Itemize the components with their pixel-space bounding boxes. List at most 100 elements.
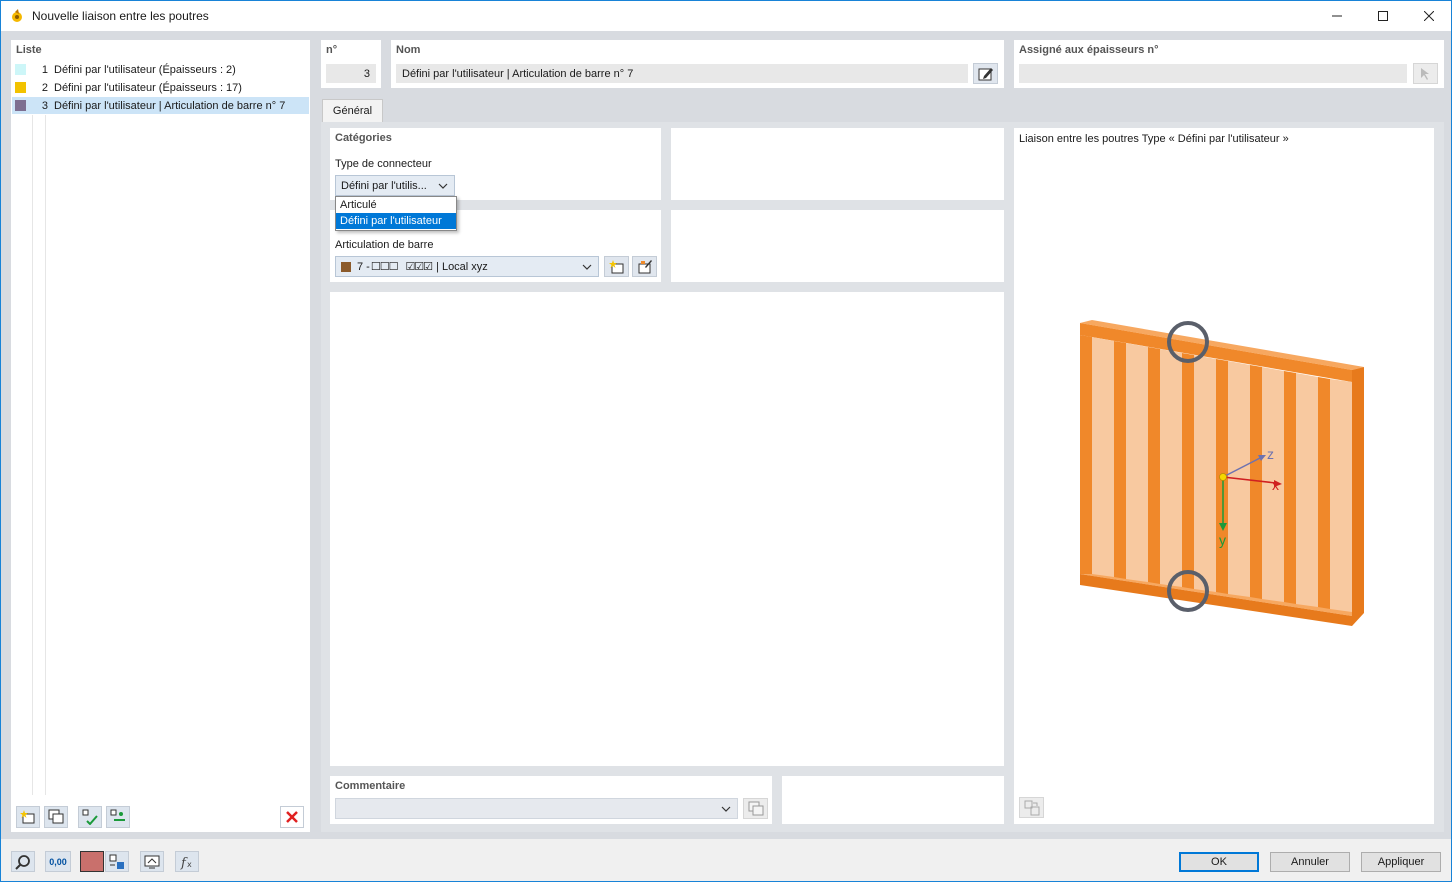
number-panel: n° 3 [321,40,381,88]
svg-text:x: x [187,860,192,869]
display-properties-button[interactable] [105,851,129,872]
list-item[interactable]: 1 Défini par l'utilisateur (Épaisseurs :… [12,61,309,78]
edit-name-button[interactable] [973,63,998,84]
connector-type-label: Type de connecteur [335,158,432,170]
hinge-value-prefix: 7 - [357,260,370,273]
list-panel: Liste 1 Défini par l'utilisateur (Épaiss… [11,40,310,832]
chevron-down-icon [582,264,592,270]
units-button[interactable]: 0,00 [45,851,71,872]
chevron-down-icon [721,806,731,812]
empty-panel [782,776,1004,824]
timber-posts [1080,335,1352,612]
dialog-window: Nouvelle liaison entre les poutres Liste… [0,0,1452,882]
copy-icon [48,809,64,824]
comment-library-button[interactable] [743,798,768,819]
categories-title: Catégories [335,132,392,144]
search-button[interactable] [11,851,35,872]
new-hinge-button[interactable] [604,256,629,277]
list-item-label: Défini par l'utilisateur | Articulation … [54,99,286,112]
preview-options-button[interactable] [1019,797,1044,818]
color-swatch [15,82,26,93]
check-all-icon [82,809,98,825]
copy-icon [748,801,763,815]
z-axis-label: z [1267,446,1274,462]
empty-panel [671,128,1004,200]
name-panel: Nom Défini par l'utilisateur | Articulat… [391,40,1004,88]
select-thickness-button[interactable] [1413,63,1438,84]
name-field[interactable]: Défini par l'utilisateur | Articulation … [396,64,968,83]
properties-icon [109,854,124,869]
empty-panel [671,210,1004,282]
ok-button[interactable]: OK [1179,852,1259,872]
color-swatch [15,64,26,75]
list-item-number: 3 [41,99,48,112]
number-field[interactable]: 3 [326,64,376,83]
name-label: Nom [396,44,421,56]
details-panel [330,292,1004,766]
y-axis-label: y [1219,532,1226,548]
window-title: Nouvelle liaison entre les poutres [32,9,209,23]
function-icon: fx [180,856,192,870]
view-icon [144,855,160,868]
bottom-bar: 0,00 fx OK Annuler Appliquer [1,839,1451,881]
check-all-button[interactable] [78,806,102,828]
beam-connection-diagram: z x y [1080,320,1364,626]
delete-icon [286,811,298,823]
x-axis-label: x [1272,477,1279,493]
tree-guide-line [32,115,33,795]
comment-input[interactable] [335,798,738,819]
dialog-content: Liste 1 Défini par l'utilisateur (Épaiss… [1,31,1451,839]
edit-icon [978,67,993,80]
connector-type-options: Articulé Défini par l'utilisateur [335,196,457,231]
list-item-number: 2 [41,81,48,94]
chevron-down-icon [438,183,448,189]
minimize-button[interactable] [1314,1,1360,31]
uncheck-button[interactable] [106,806,130,828]
tab-general[interactable]: Général [322,99,383,122]
apply-button[interactable]: Appliquer [1361,852,1441,872]
uncheck-icon [110,809,125,821]
color-button[interactable] [80,851,104,872]
edit-hinge-button[interactable] [632,256,657,277]
option-articule[interactable]: Articulé [336,197,456,213]
option-user-defined[interactable]: Défini par l'utilisateur [336,213,456,229]
copy-item-button[interactable] [44,806,68,828]
formula-button[interactable]: fx [175,851,199,872]
list-item[interactable]: 2 Défini par l'utilisateur (Épaisseurs :… [12,79,309,96]
maximize-icon [1378,11,1388,21]
cancel-button[interactable]: Annuler [1270,852,1350,872]
assigned-label: Assigné aux épaisseurs n° [1019,44,1159,56]
new-item-button[interactable] [16,806,40,828]
hinge-select[interactable]: 7 - ☐☐☐ ☑☑☑ | Local xyz [335,256,599,277]
maximize-button[interactable] [1360,1,1406,31]
connector-type-select[interactable]: Défini par l'utilis... [335,175,455,196]
list-item[interactable]: 3 Défini par l'utilisateur | Articulatio… [12,97,309,114]
delete-item-button[interactable] [280,806,304,828]
close-button[interactable] [1406,1,1452,31]
title-bar: Nouvelle liaison entre les poutres [1,1,1451,31]
list-item-label: Défini par l'utilisateur (Épaisseurs : 1… [54,81,242,94]
general-tab-content: Catégories Type de connecteur Articulati… [321,122,1444,832]
connector-type-value: Défini par l'utilis... [341,179,427,192]
select-cursor-icon [1420,67,1429,80]
units-value: 0,00 [49,856,67,867]
view-options-icon [1024,800,1039,815]
assigned-panel: Assigné aux épaisseurs n° [1014,40,1444,88]
number-label: n° [326,44,338,56]
view-button[interactable] [140,851,164,872]
hinge-label: Articulation de barre [335,239,434,251]
search-icon [15,854,30,870]
comment-label: Commentaire [335,780,406,792]
minimize-icon [1332,15,1342,17]
app-icon [12,9,22,22]
hinge-value-boxes: ☐☐☐ [370,261,399,273]
preview-panel: Liaison entre les poutres Type « Défini … [1014,128,1434,824]
edit-item-icon [638,259,652,273]
list-item-number: 1 [41,63,48,76]
hinge-value-checked: ☑☑☑ [405,261,433,273]
close-icon [1424,11,1434,21]
list-item-label: Défini par l'utilisateur (Épaisseurs : 2… [54,63,236,76]
hinge-value-suffix: | Local xyz [436,260,488,273]
assigned-field[interactable] [1019,64,1407,83]
new-item-icon [608,259,623,273]
